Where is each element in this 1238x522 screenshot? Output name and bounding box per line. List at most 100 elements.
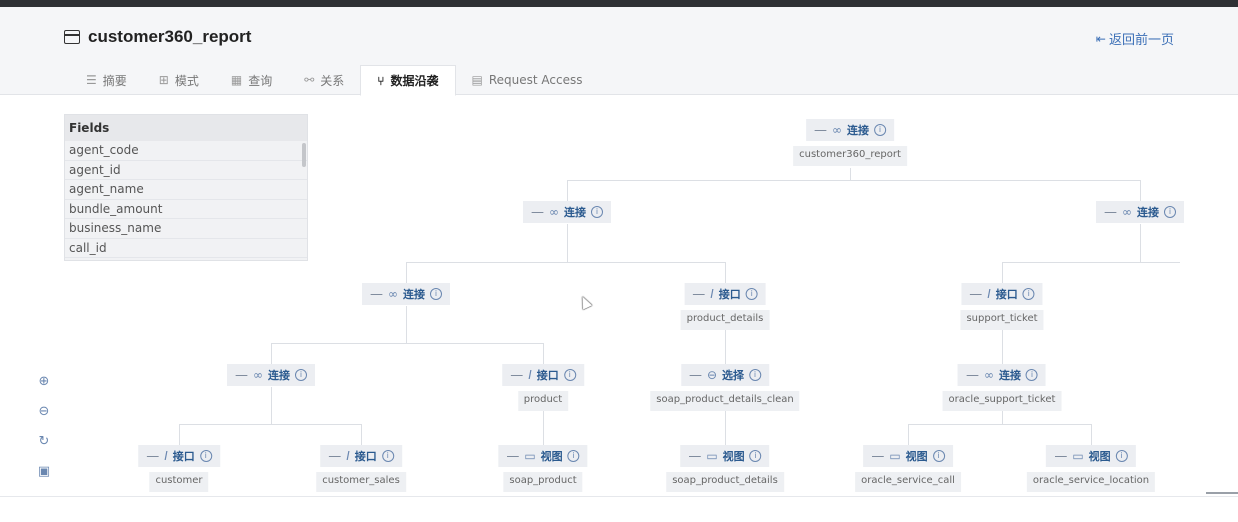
- edge: [271, 343, 543, 344]
- node-type-chip[interactable]: — ∞ 连接 i: [957, 364, 1046, 386]
- field-item[interactable]: business_name: [65, 219, 307, 239]
- node-type-label: 视图: [905, 450, 928, 463]
- info-icon[interactable]: i: [1115, 450, 1128, 462]
- edge: [406, 306, 407, 343]
- back-link[interactable]: ⇤ 返回前一页: [1096, 29, 1174, 49]
- lineage-node: — ▭ 视图 i soap_product_details: [666, 445, 784, 492]
- field-item[interactable]: agent_id: [65, 161, 307, 180]
- node-name[interactable]: oracle_service_call: [855, 472, 961, 492]
- info-icon[interactable]: i: [199, 450, 212, 462]
- info-icon[interactable]: i: [1022, 288, 1035, 300]
- collapse-icon[interactable]: —: [969, 287, 982, 302]
- node-type-chip[interactable]: — ▭ 视图 i: [680, 445, 770, 467]
- info-icon[interactable]: i: [567, 450, 580, 462]
- fields-header: Fields: [65, 115, 307, 141]
- collapse-icon[interactable]: —: [692, 287, 705, 302]
- field-item[interactable]: call_id: [65, 239, 307, 258]
- field-item[interactable]: bundle_amount: [65, 200, 307, 219]
- node-name[interactable]: soap_product: [503, 472, 583, 492]
- node-type-chip[interactable]: — ∞ 连接 i: [227, 364, 315, 386]
- tab-summary[interactable]: ☰ 摘要: [70, 65, 143, 95]
- edge: [725, 330, 726, 364]
- tab-label: 关系: [320, 73, 345, 88]
- info-icon[interactable]: i: [874, 124, 886, 136]
- zoom-out-icon[interactable]: ⊖: [36, 404, 52, 420]
- info-icon[interactable]: i: [932, 450, 945, 462]
- top-bar: [0, 0, 1238, 7]
- collapse-icon[interactable]: —: [370, 287, 383, 302]
- table-icon: ▦: [230, 73, 243, 87]
- info-icon[interactable]: i: [591, 206, 603, 218]
- zoom-in-icon[interactable]: ⊕: [36, 374, 52, 390]
- node-type-chip[interactable]: — ▭ 视图 i: [863, 445, 953, 467]
- join-icon: ∞: [549, 205, 559, 219]
- info-icon[interactable]: i: [749, 450, 762, 462]
- node-name[interactable]: soap_product_details: [666, 472, 784, 492]
- tab-request-access[interactable]: ▤ Request Access: [456, 65, 599, 95]
- info-icon[interactable]: i: [749, 369, 762, 381]
- node-type-label: 连接: [1137, 206, 1159, 219]
- edge: [179, 424, 361, 425]
- field-item[interactable]: agent_code: [65, 141, 307, 161]
- node-type-chip[interactable]: — ▭ 视图 i: [1046, 445, 1136, 467]
- edge: [543, 343, 544, 364]
- collapse-icon[interactable]: —: [531, 205, 544, 220]
- node-name[interactable]: soap_product_details_clean: [650, 391, 800, 411]
- collapse-icon[interactable]: —: [506, 449, 519, 464]
- info-icon[interactable]: i: [745, 288, 758, 300]
- mouse-cursor-icon: [577, 294, 593, 310]
- node-name[interactable]: product_details: [680, 310, 770, 330]
- join-icon: ∞: [832, 123, 842, 137]
- collapse-icon[interactable]: —: [1104, 205, 1117, 220]
- node-name[interactable]: oracle_service_location: [1026, 472, 1156, 492]
- node-type-chip[interactable]: — ∞ 连接 i: [362, 283, 450, 305]
- info-icon[interactable]: i: [295, 369, 307, 381]
- edge: [567, 224, 568, 262]
- node-type-chip[interactable]: — I 接口 i: [961, 283, 1043, 305]
- node-name[interactable]: customer_sales: [316, 472, 406, 492]
- info-icon[interactable]: i: [1164, 206, 1176, 218]
- node-name[interactable]: support_ticket: [960, 310, 1044, 330]
- tab-lineage[interactable]: ⑂ 数据沿袭: [360, 65, 456, 96]
- field-item[interactable]: agent_name: [65, 180, 307, 200]
- node-type-chip[interactable]: — ∞ 连接 i: [523, 201, 611, 223]
- info-icon[interactable]: i: [381, 450, 394, 462]
- collapse-icon[interactable]: —: [814, 123, 827, 138]
- node-name[interactable]: product: [517, 391, 569, 411]
- collapse-icon[interactable]: —: [146, 449, 159, 464]
- collapse-icon[interactable]: —: [510, 368, 523, 383]
- collapse-icon[interactable]: —: [235, 368, 248, 383]
- node-type-label: 接口: [718, 288, 741, 301]
- node-type-chip[interactable]: — I 接口 i: [138, 445, 220, 467]
- tab-relationships[interactable]: ⚯ 关系: [288, 65, 360, 95]
- join-icon: ∞: [253, 368, 263, 382]
- node-name[interactable]: oracle_support_ticket: [942, 391, 1062, 411]
- node-type-chip[interactable]: — ∞ 连接 i: [806, 119, 894, 141]
- node-type-chip[interactable]: — I 接口 i: [684, 283, 766, 305]
- scrollbar-thumb[interactable]: [1206, 492, 1238, 494]
- tab-schema[interactable]: ⊞ 模式: [143, 65, 215, 95]
- node-type-chip[interactable]: — I 接口 i: [502, 364, 584, 386]
- lineage-node: — I 接口 i product: [502, 364, 584, 411]
- collapse-icon[interactable]: —: [688, 449, 701, 464]
- node-type-chip[interactable]: — ▭ 视图 i: [498, 445, 588, 467]
- edge: [725, 262, 726, 283]
- page-header: customer360_report ⇤ 返回前一页 ☰ 摘要 ⊞ 模式 ▦ 查…: [0, 7, 1238, 96]
- info-icon[interactable]: i: [1025, 369, 1038, 381]
- node-name[interactable]: customer: [149, 472, 209, 492]
- collapse-icon[interactable]: —: [328, 449, 341, 464]
- export-icon[interactable]: ▣: [36, 464, 52, 480]
- collapse-icon[interactable]: —: [966, 368, 979, 383]
- node-type-chip[interactable]: — I 接口 i: [320, 445, 402, 467]
- info-icon[interactable]: i: [430, 288, 442, 300]
- node-type-chip[interactable]: — ∞ 连接 i: [1096, 201, 1184, 223]
- node-name[interactable]: customer360_report: [793, 146, 907, 166]
- fields-scrollbar[interactable]: [302, 143, 306, 167]
- node-type-chip[interactable]: — ⊖ 选择 i: [680, 364, 770, 386]
- collapse-icon[interactable]: —: [1054, 449, 1067, 464]
- info-icon[interactable]: i: [563, 369, 576, 381]
- reset-icon[interactable]: ↻: [36, 434, 52, 450]
- collapse-icon[interactable]: —: [689, 368, 702, 383]
- collapse-icon[interactable]: —: [871, 449, 884, 464]
- tab-queries[interactable]: ▦ 查询: [215, 65, 288, 95]
